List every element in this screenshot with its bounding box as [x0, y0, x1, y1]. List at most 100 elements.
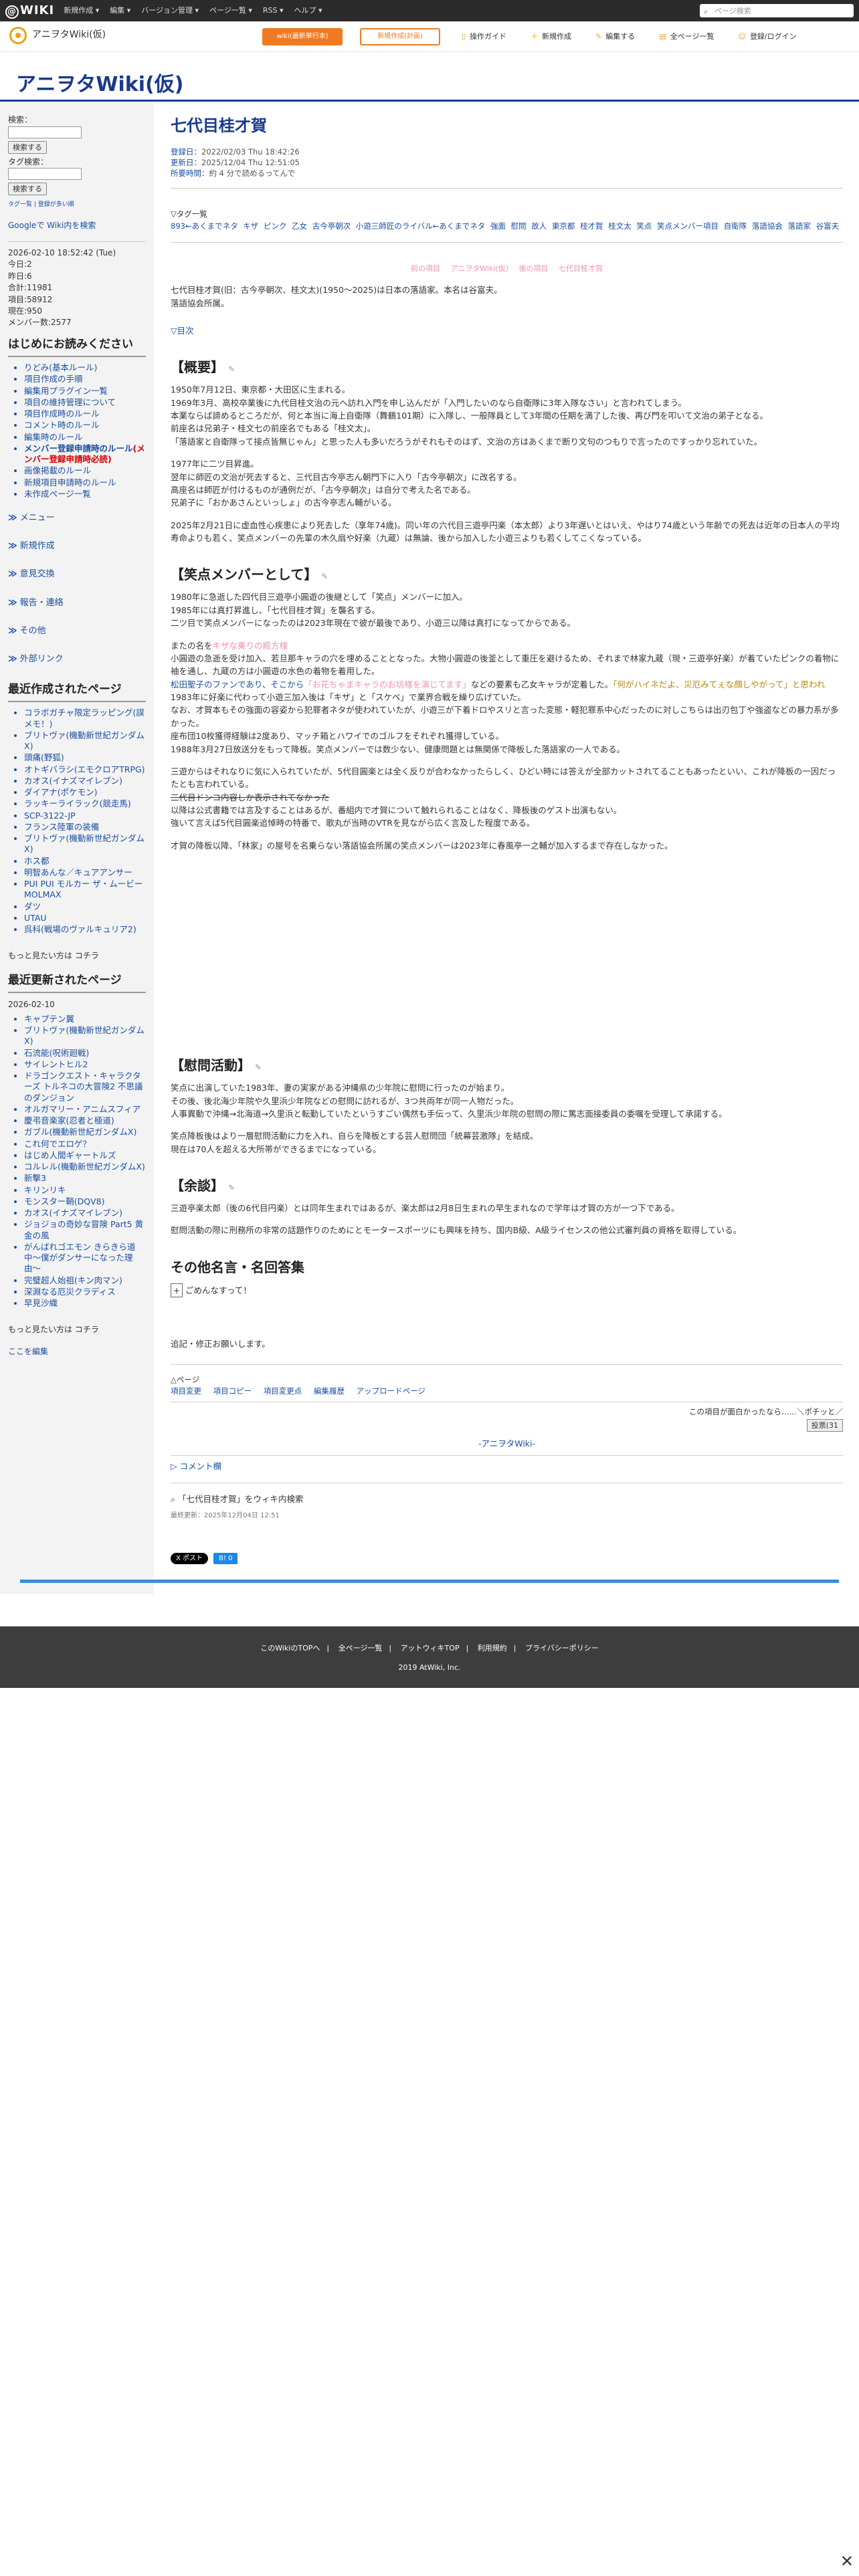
edit-pencil-icon[interactable]: ✎ — [321, 572, 328, 581]
list-item[interactable]: キャプテン翼 — [24, 1014, 146, 1025]
plus-icon[interactable]: + — [171, 1283, 183, 1298]
list-item[interactable]: これ何でエロゲ？ — [24, 1139, 146, 1150]
atwiki-logo[interactable]: @ WIKI — [5, 1, 54, 20]
tag-link[interactable]: 乙女 — [292, 221, 307, 231]
list-item[interactable]: ダツ — [24, 901, 146, 912]
footer-link[interactable]: アットウィキTOP — [401, 1644, 460, 1652]
nav-current[interactable]: 七代目桂才賀 — [559, 264, 603, 273]
page-tools-toggle[interactable]: △ページ — [171, 1374, 843, 1386]
list-item[interactable]: ガブル(機動新世紀ガンダムX) — [24, 1127, 146, 1138]
comment-toggle[interactable]: ▷ コメント欄 — [171, 1460, 843, 1473]
center-link[interactable]: -アニヲタWiki- — [171, 1437, 843, 1450]
list-item[interactable]: 明智あんな／キュアアンサー — [24, 867, 146, 878]
list-item[interactable]: コラボガチャ限定ラッピング(誤メモ！) — [24, 708, 146, 730]
list-item[interactable]: カオス(イナズマイレブン) — [24, 1208, 146, 1218]
menu-version[interactable]: バージョン管理 ▾ — [141, 5, 199, 16]
x-post-button[interactable]: X ポスト — [171, 1552, 209, 1565]
toc-toggle[interactable]: ▽目次 — [171, 324, 843, 337]
tool-link[interactable]: 項目変更点 — [264, 1386, 302, 1396]
member-rule-item[interactable]: メンバー登録申請時のルール(メンバー登録申請時必読) — [24, 443, 146, 465]
vote-button[interactable]: 投票(31 — [806, 1418, 843, 1432]
tag-link[interactable]: 落語協会 — [752, 221, 783, 231]
site-name[interactable]: アニヲタWiki(仮) — [9, 27, 106, 44]
edit-link[interactable]: ✎ 編集する — [595, 31, 635, 42]
list-item[interactable]: SCP-3122-JP — [24, 811, 146, 821]
list-item[interactable]: UTAU — [24, 913, 146, 924]
list-item[interactable]: ダイアナ(ポケモン) — [24, 787, 146, 798]
all-pages-link[interactable]: ▤ 全ページ一覧 — [659, 31, 714, 42]
tag-link[interactable]: 笑点 — [636, 221, 652, 231]
tag-link[interactable]: 笑点メンバー項目 — [657, 221, 719, 231]
tag-link[interactable]: 谷富夫 — [816, 221, 840, 231]
list-item[interactable]: 慶弔音楽家(忍者と極道) — [24, 1115, 146, 1126]
list-item[interactable]: オルガマリー・アニムスフィア — [24, 1104, 146, 1115]
quote-toggle[interactable]: + ごめんなすって！ — [171, 1283, 843, 1298]
tag-link[interactable]: 故人 — [531, 221, 547, 231]
login-link[interactable]: ☺ 登録/ログイン — [738, 31, 796, 42]
list-item[interactable]: PUI PUI モルカー ザ・ムービー MOLMAX — [24, 879, 146, 901]
list-item[interactable]: ホス都 — [24, 856, 146, 867]
list-item[interactable]: 完璧超人始祖(キン肉マン) — [24, 1275, 146, 1286]
nav-external[interactable]: ≫ 外部リンク — [8, 653, 146, 666]
tag-link[interactable]: 強面 — [490, 221, 506, 231]
nav-other[interactable]: ≫ その他 — [8, 625, 146, 638]
welcome-item[interactable]: 項目作成の手順 — [24, 374, 146, 385]
welcome-item[interactable]: 項目の維持管理について — [24, 397, 146, 408]
menu-new[interactable]: 新規作成 ▾ — [64, 5, 99, 16]
welcome-item[interactable]: りどみ(基本ルール) — [24, 362, 146, 373]
list-item[interactable]: コルレル(機動新世紀ガンダムX) — [24, 1162, 146, 1172]
list-item[interactable]: 頭痛(野狐) — [24, 752, 146, 763]
next-item-link[interactable]: 後の項目 — [518, 264, 548, 273]
tag-search-button[interactable]: 検索する — [8, 183, 47, 196]
list-item[interactable]: ドラゴンクエスト・キャラクターズ トルネコの大冒険2 不思議のダンジョン — [24, 1071, 146, 1103]
welcome-item[interactable]: 新規項目申請時のルール — [24, 477, 146, 488]
edit-sidebar-link[interactable]: ここを編集 — [8, 1346, 146, 1358]
tag-toggle[interactable]: ▽タグ一覧 — [171, 209, 843, 221]
nav-site[interactable]: アニヲタWiki(仮) — [451, 264, 508, 273]
wiki-search-link[interactable]: ⌕ 「七代目桂才賀」をウィキ内検索 — [171, 1493, 843, 1505]
list-item[interactable]: 石流能(呪術廻戦) — [24, 1048, 146, 1059]
tool-link[interactable]: 項目コピー — [213, 1386, 252, 1396]
nav-opinion[interactable]: ≫ 意見交換 — [8, 568, 146, 581]
menu-edit[interactable]: 編集 ▾ — [110, 5, 130, 16]
tag-search-input[interactable] — [8, 168, 82, 181]
footer-link[interactable]: プライバシーポリシー — [525, 1644, 599, 1652]
list-item[interactable]: カオス(イナズマイレブン) — [24, 776, 146, 786]
menu-help[interactable]: ヘルプ ▾ — [294, 5, 322, 16]
list-item[interactable]: 新撃3 — [24, 1173, 146, 1184]
wiki-title[interactable]: アニヲタWiki(仮) — [16, 70, 183, 101]
tag-link[interactable]: 小遊三師匠のライバル←あくまでネタ — [356, 221, 485, 231]
tag-link[interactable]: 桂文太 — [608, 221, 632, 231]
list-item[interactable]: ブリトヴァ(機動新世紀ガンダムX) — [24, 730, 146, 752]
prev-item-link[interactable]: 前の項目 — [411, 264, 440, 273]
tool-link[interactable]: アップロードページ — [357, 1386, 425, 1396]
list-item[interactable]: ブリトヴァ(機動新世紀ガンダムX) — [24, 833, 146, 855]
sidebar-search-input[interactable] — [8, 126, 82, 138]
nav-menu[interactable]: ≫ メニュー — [8, 512, 146, 525]
menu-rss[interactable]: RSS ▾ — [263, 5, 284, 16]
new-create-plan-button[interactable]: 新規作成(計画) — [360, 28, 440, 45]
list-item[interactable]: がんばれゴエモン きらきら道中〜僕がダンサーになった理由〜 — [24, 1242, 146, 1275]
welcome-item[interactable]: 未作成ページ一覧 — [24, 489, 146, 500]
edit-pencil-icon[interactable]: ✎ — [255, 1063, 262, 1072]
list-item[interactable]: キリンリキ — [24, 1185, 146, 1196]
welcome-item[interactable]: 画像掲載のルール — [24, 465, 146, 476]
welcome-item[interactable]: 項目作成時のルール — [24, 409, 146, 419]
more-updated-link[interactable]: もっと見たい方は コチラ — [8, 1323, 146, 1336]
list-item[interactable]: はじめ人間ギャートルズ — [24, 1150, 146, 1161]
edit-pencil-icon[interactable]: ✎ — [228, 364, 235, 374]
list-item[interactable]: ブリトヴァ(機動新世紀ガンダムX) — [24, 1025, 146, 1047]
list-item[interactable]: オトギバラシ(エモクロアTRPG) — [24, 764, 146, 775]
new-page-link[interactable]: ＋新規作成 — [531, 31, 571, 42]
tag-link[interactable]: 古今亭朝次 — [312, 221, 351, 231]
hatena-bookmark-button[interactable]: B! 0 — [213, 1552, 238, 1565]
tag-link[interactable]: 東京都 — [552, 221, 575, 231]
wiki-ranking-button[interactable]: wiki(最新単行本) — [262, 28, 343, 45]
more-created-link[interactable]: もっと見たい方は コチラ — [8, 950, 146, 962]
list-item[interactable]: サイレントヒル2 — [24, 1059, 146, 1070]
welcome-item[interactable]: 編集用プラグイン一覧 — [24, 386, 146, 397]
sidebar-search-button[interactable]: 検索する — [8, 140, 47, 154]
welcome-item[interactable]: コメント時のルール — [24, 420, 146, 431]
tag-list-link[interactable]: タグ一覧 | 登録が多い順 — [8, 201, 74, 208]
nav-report[interactable]: ≫ 報告・連絡 — [8, 597, 146, 610]
